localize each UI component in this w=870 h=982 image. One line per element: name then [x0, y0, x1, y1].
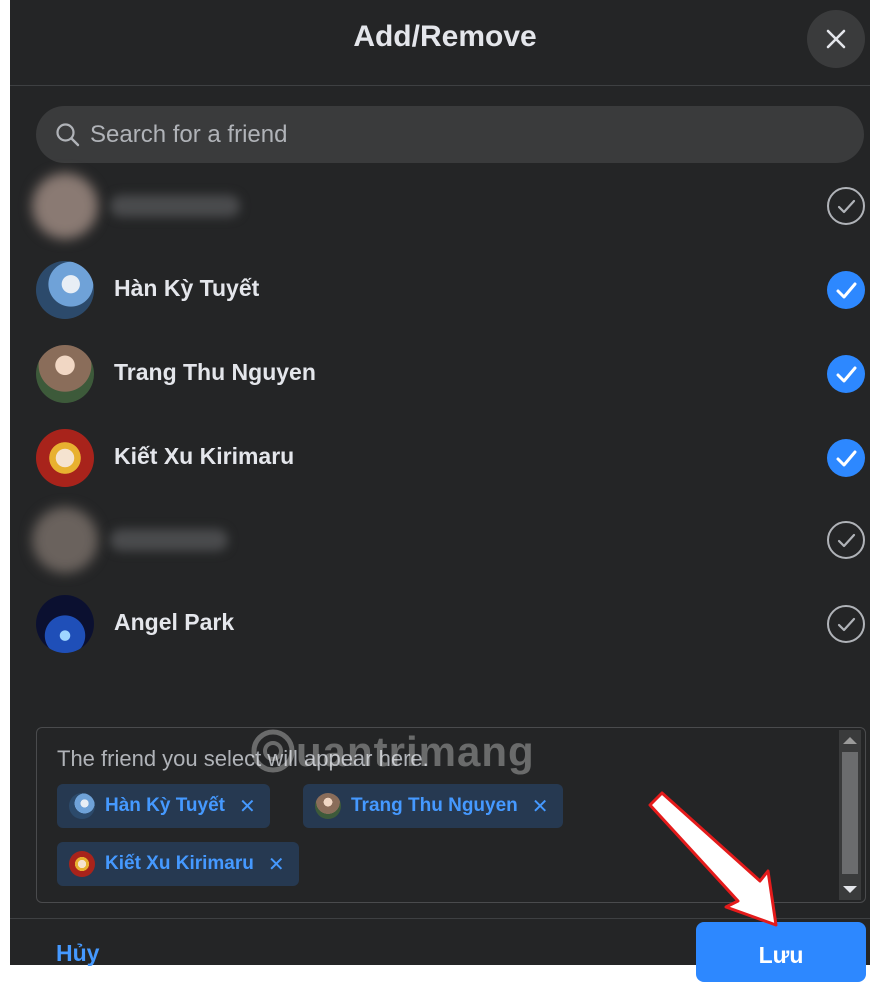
friend-row[interactable]	[10, 165, 870, 249]
scrollbar[interactable]	[839, 730, 861, 900]
avatar	[36, 595, 94, 653]
avatar	[36, 261, 94, 319]
close-button[interactable]	[807, 10, 865, 68]
remove-chip-icon[interactable]: ✕	[532, 794, 549, 819]
cancel-button[interactable]: Hủy	[56, 940, 99, 967]
dialog-header: Add/Remove	[10, 0, 870, 86]
remove-chip-icon[interactable]: ✕	[268, 852, 285, 877]
scroll-down-icon[interactable]	[843, 886, 857, 893]
remove-chip-icon[interactable]: ✕	[239, 794, 256, 819]
unchecked-circle-icon[interactable]	[827, 187, 865, 225]
chip-label: Kiết Xu Kirimaru	[105, 853, 254, 874]
avatar	[32, 173, 98, 239]
checked-circle-icon[interactable]	[827, 439, 865, 477]
chip-label: Hàn Kỳ Tuyết	[105, 795, 226, 816]
friend-row[interactable]: Kiết Xu Kirimaru	[10, 417, 870, 501]
friend-name: Kiết Xu Kirimaru	[114, 443, 295, 469]
watermark-logo-icon	[251, 729, 295, 773]
search-bar	[36, 106, 864, 163]
avatar	[69, 851, 95, 877]
checked-circle-icon[interactable]	[827, 355, 865, 393]
close-icon	[826, 29, 846, 49]
watermark-text: uantrimang	[296, 728, 535, 775]
friend-name-blurred	[110, 529, 228, 551]
avatar	[36, 345, 94, 403]
scrollbar-thumb[interactable]	[842, 752, 858, 874]
friend-row[interactable]: Trang Thu Nguyen	[10, 333, 870, 417]
chip-label: Trang Thu Nguyen	[351, 795, 518, 816]
search-icon	[56, 122, 80, 146]
search-input[interactable]	[88, 119, 812, 150]
unchecked-circle-icon[interactable]	[827, 605, 865, 643]
friend-name-blurred	[110, 195, 240, 217]
friend-row[interactable]: Hàn Kỳ Tuyết	[10, 249, 870, 333]
watermark: uantrimang	[250, 728, 535, 776]
avatar	[32, 507, 98, 573]
friend-name: Angel Park	[114, 609, 235, 635]
selected-chip[interactable]: Kiết Xu Kirimaru ✕	[57, 842, 299, 886]
checked-circle-icon[interactable]	[827, 271, 865, 309]
annotation-arrow-icon	[648, 791, 778, 927]
selected-chip[interactable]: Trang Thu Nguyen ✕	[303, 784, 563, 828]
dialog-title: Add/Remove	[353, 20, 537, 53]
friend-row[interactable]: Angel Park	[10, 583, 870, 667]
avatar	[315, 793, 341, 819]
avatar	[36, 429, 94, 487]
avatar	[69, 793, 95, 819]
selected-chip[interactable]: Hàn Kỳ Tuyết ✕	[57, 784, 270, 828]
friend-name: Hàn Kỳ Tuyết	[114, 275, 260, 301]
unchecked-circle-icon[interactable]	[827, 521, 865, 559]
scroll-up-icon[interactable]	[843, 737, 857, 744]
friend-row[interactable]	[10, 499, 870, 583]
friend-name: Trang Thu Nguyen	[114, 359, 316, 385]
